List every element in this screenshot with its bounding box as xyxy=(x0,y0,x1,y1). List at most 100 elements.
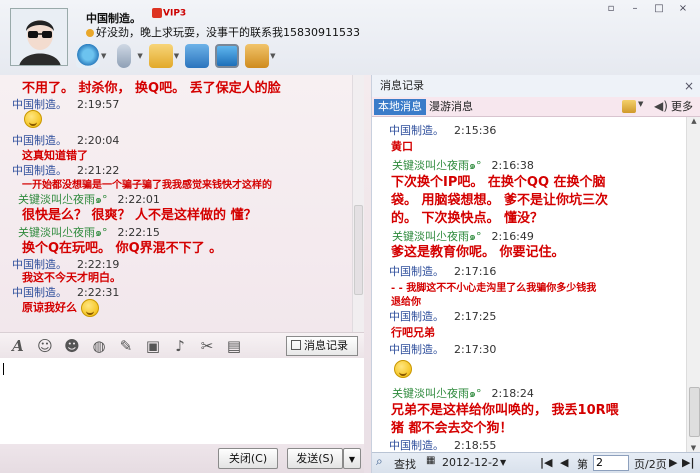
close-window-button[interactable]: × xyxy=(672,2,694,16)
image-icon[interactable]: ▣ xyxy=(144,337,162,355)
date-dropdown-icon[interactable]: ▼ xyxy=(500,458,506,467)
vip-badge: VIP3 xyxy=(152,8,186,19)
close-button[interactable]: 关闭(C) xyxy=(218,448,278,469)
page-label-prefix: 第 xyxy=(577,458,588,471)
message-header: 中国制造。 2:20:04 xyxy=(12,134,120,147)
chevron-down-icon[interactable]: ▼ xyxy=(638,100,643,108)
message-header: 中国制造。 2:17:16 xyxy=(389,265,497,278)
text-caret xyxy=(3,363,4,375)
send-file-button[interactable]: ▼ xyxy=(148,43,179,69)
first-page-icon[interactable]: |◀ xyxy=(540,456,552,469)
chevron-down-icon[interactable]: ▼ xyxy=(174,52,179,60)
message-record-button[interactable]: 消息记录 xyxy=(286,336,358,356)
smiley-icon xyxy=(80,299,99,317)
message-header: 中国制造。 2:15:36 xyxy=(389,124,497,137)
message-text: 下次换个IP吧。 在换个QQ 在换个脑 xyxy=(391,175,606,190)
history-footer: ⌕ 查找 ▦ 2012-12-2 ▼ |◀ ◀ 第 2 页/2页 ▶ ▶| xyxy=(372,452,700,473)
scroll-down-icon[interactable]: ▼ xyxy=(687,444,700,452)
calendar-icon[interactable]: ▦ xyxy=(426,455,435,466)
chevron-down-icon[interactable]: ▼ xyxy=(270,52,275,60)
more-button[interactable]: 更多 xyxy=(671,99,693,115)
message-header: 中国制造。 2:22:31 xyxy=(12,286,120,299)
avatar[interactable] xyxy=(10,8,68,66)
message-text: - - 我脚这不不小心走沟里了么我骗你多少钱我 xyxy=(391,283,597,294)
message-input[interactable] xyxy=(0,358,364,444)
message-text: 爹这是教育你呢。 你要记住。 xyxy=(391,245,565,260)
message-text: 猪 都不会去交个狗！ xyxy=(391,421,513,436)
screenshot-scissors-icon[interactable]: ✂ xyxy=(198,337,216,355)
shake-icon[interactable]: ◍ xyxy=(90,337,108,355)
send-button[interactable]: 发送(S) xyxy=(287,448,343,469)
chat-scrollbar[interactable] xyxy=(352,75,364,332)
chat-transcript: 不用了。 封杀你， 换Q吧。 丢了保定人的脸 中国制造。 2:19:57 中国制造… xyxy=(0,75,364,332)
history-panel: 消息记录 × 本地消息 漫游消息 ▼ ◀) 更多 中国制造。 2:15:36 黄口… xyxy=(371,75,700,473)
message-emoji xyxy=(394,360,412,381)
calendar-icon[interactable]: ▤ xyxy=(225,337,243,355)
message-text: 黄口 xyxy=(391,140,413,153)
emoji-icon[interactable]: ☺ xyxy=(36,337,54,355)
history-list: 中国制造。 2:15:36 黄口 关键淡叫尐夜雨๑° 2:16:38 下次换个IP吧… xyxy=(372,117,686,452)
export-icon[interactable] xyxy=(622,100,636,113)
message-text: 不用了。 封杀你， 换Q吧。 丢了保定人的脸 xyxy=(22,81,281,96)
message-text: 行吧兄弟 xyxy=(391,326,435,339)
message-text: 换个Q在玩吧。 你Q界混不下了 。 xyxy=(22,241,223,256)
header: 中国制造。 VIP3 好没劲，晚上求玩耍，没事干的联系我15830911533 … xyxy=(0,0,700,75)
date-picker[interactable]: 2012-12-2 xyxy=(442,456,499,469)
close-icon[interactable]: × xyxy=(684,79,694,93)
magic-face-icon[interactable]: ☻ xyxy=(63,337,81,355)
smiley-icon xyxy=(24,110,42,128)
message-text: 这真知道错了 xyxy=(22,149,88,162)
message-text: 退给你 xyxy=(391,297,421,308)
message-header: 中国制造。 2:17:30 xyxy=(389,343,497,356)
history-title: 消息记录 xyxy=(380,79,424,92)
next-page-icon[interactable]: ▶ xyxy=(669,456,677,469)
contact-signature: 好没劲，晚上求玩耍，没事干的联系我15830911533 xyxy=(86,24,360,40)
maximize-button[interactable]: □ xyxy=(648,2,670,16)
chevron-down-icon[interactable]: ▼ xyxy=(101,52,106,60)
remote-assist-button[interactable] xyxy=(215,43,240,69)
message-text: 袋。 用脑袋想想。 爹不是让你坑三次 xyxy=(391,193,609,208)
scroll-up-icon[interactable]: ▲ xyxy=(687,117,700,125)
chat-window: 中国制造。 VIP3 好没劲，晚上求玩耍，没事干的联系我15830911533 … xyxy=(0,0,700,473)
message-text: 我这不今天才明白。 xyxy=(22,271,121,284)
create-discussion-button[interactable] xyxy=(185,43,210,69)
history-tabs: 本地消息 漫游消息 ▼ ◀) 更多 xyxy=(372,97,700,117)
page-label-suffix: 页/2页 xyxy=(634,458,667,471)
message-text: 原谅我好么 xyxy=(22,299,99,317)
video-call-button[interactable]: ▼ xyxy=(76,43,106,69)
tab-roaming-messages[interactable]: 漫游消息 xyxy=(429,99,473,115)
last-page-icon[interactable]: ▶| xyxy=(682,456,694,469)
doodle-icon[interactable]: ✎ xyxy=(117,337,135,355)
app-menu-button[interactable]: ▼ xyxy=(245,43,276,69)
search-button[interactable]: 查找 xyxy=(394,456,416,472)
page-input[interactable]: 2 xyxy=(593,455,629,471)
chat-bubble-icon xyxy=(185,44,210,68)
input-toolbar: A ☺ ☻ ◍ ✎ ▣ ♪ ✂ ▤ 消息记录 xyxy=(0,332,364,358)
history-icon xyxy=(291,340,301,350)
message-emoji xyxy=(24,110,42,131)
smiley-icon xyxy=(394,360,412,378)
message-header: 中国制造。 2:18:55 xyxy=(389,439,497,452)
monitor-icon xyxy=(215,44,240,68)
message-text: 兄弟不是这样给你叫唤的， 我丢10R喂 xyxy=(391,403,619,418)
search-icon[interactable]: ⌕ xyxy=(376,454,383,469)
folder-icon xyxy=(148,44,173,68)
message-header: 中国制造。 2:17:25 xyxy=(389,310,497,323)
chevron-down-icon[interactable]: ▼ xyxy=(137,52,142,60)
message-text: 很快是么？ 很爽？ 人不是这样做的 懂？ xyxy=(22,208,257,223)
tab-local-messages[interactable]: 本地消息 xyxy=(374,99,426,115)
voice-call-button[interactable]: ▼ xyxy=(112,43,143,69)
prev-page-icon[interactable]: ◀ xyxy=(560,456,568,469)
scroll-thumb[interactable] xyxy=(354,205,363,295)
scroll-thumb[interactable] xyxy=(689,387,700,437)
skin-button[interactable]: ▫ xyxy=(600,2,622,16)
music-icon[interactable]: ♪ xyxy=(171,337,189,355)
app-box-icon xyxy=(245,44,270,68)
send-options-button[interactable]: ▼ xyxy=(343,448,361,469)
minimize-button[interactable]: – xyxy=(624,2,646,16)
font-icon[interactable]: A xyxy=(9,337,27,355)
microphone-icon xyxy=(117,44,132,68)
video-camera-icon xyxy=(76,44,100,68)
speaker-icon[interactable]: ◀) xyxy=(654,99,668,113)
history-scrollbar[interactable]: ▲ ▼ xyxy=(686,117,700,452)
